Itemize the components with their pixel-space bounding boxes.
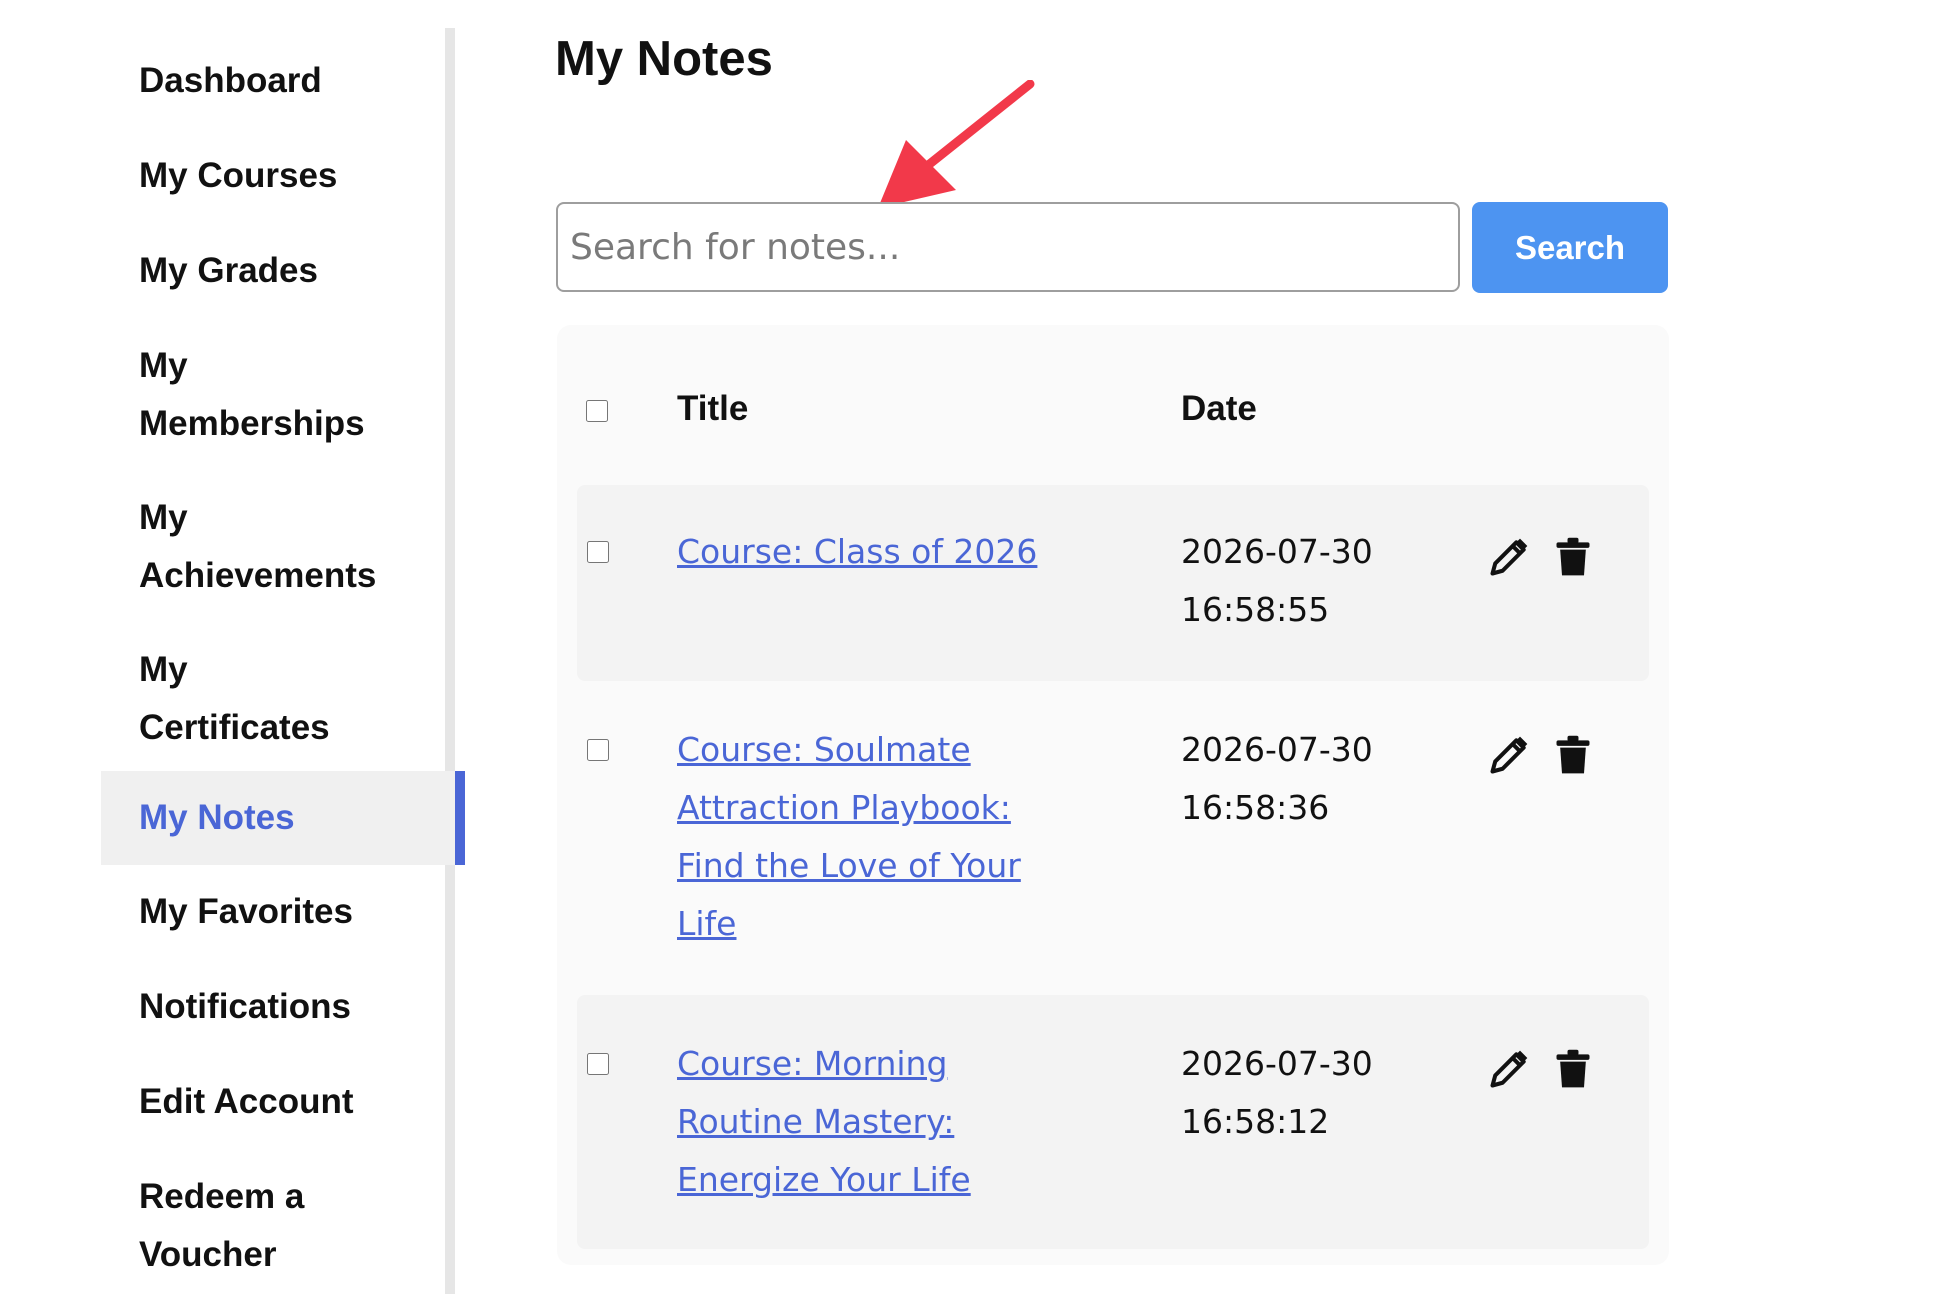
sidebar-item-label: My [139, 498, 188, 537]
note-date-day: 2026-07-30 [1181, 1044, 1373, 1083]
trash-icon[interactable] [1551, 733, 1595, 777]
column-header-title: Title [677, 389, 749, 428]
column-header-date: Date [1181, 389, 1257, 428]
note-date-time: 16:58:36 [1181, 788, 1330, 827]
sidebar-item-my-grades[interactable]: My Grades [101, 242, 455, 300]
sidebar-item-my-courses[interactable]: My Courses [101, 147, 455, 205]
sidebar-nav: Dashboard My Courses My Grades My Member… [101, 28, 465, 1294]
note-date-day: 2026-07-30 [1181, 532, 1373, 571]
page-title: My Notes [555, 32, 773, 86]
table-row: Course: Morning Routine Mastery: Energiz… [577, 995, 1649, 1249]
sidebar-item-my-notes[interactable]: My Notes [101, 771, 465, 865]
table-row: Course: Soulmate Attraction Playbook: Fi… [577, 681, 1649, 995]
note-date: 2026-07-30 16:58:12 [1181, 1035, 1401, 1151]
sidebar-item-label: Redeem a [139, 1177, 305, 1216]
note-title-line: Course: Morning [677, 1044, 948, 1083]
sidebar-item-label: My Notes [139, 798, 295, 837]
sidebar-item-label: Notifications [139, 987, 351, 1026]
trash-icon[interactable] [1551, 1047, 1595, 1091]
row-checkbox[interactable] [587, 541, 609, 563]
table-header: Title Date [557, 325, 1669, 480]
sidebar-item-my-achievements[interactable]: My Achievements [101, 489, 455, 605]
sidebar-item-label: Dashboard [139, 61, 322, 100]
note-title-link[interactable]: Course: Soulmate Attraction Playbook: Fi… [677, 721, 1067, 953]
notes-table: Title Date Course: Class of 2026 2026-07… [557, 325, 1669, 1265]
sidebar-item-label: My Courses [139, 156, 338, 195]
note-date-time: 16:58:12 [1181, 1102, 1330, 1141]
sidebar-item-label: Achievements [139, 556, 377, 595]
note-title-link[interactable]: Course: Class of 2026 [677, 523, 1067, 581]
sidebar-item-my-memberships[interactable]: My Memberships [101, 337, 455, 453]
row-checkbox[interactable] [587, 1053, 609, 1075]
sidebar-item-my-certificates[interactable]: My Certificates [101, 641, 455, 757]
note-date-time: 16:58:55 [1181, 590, 1330, 629]
sidebar-item-label: My Favorites [139, 892, 353, 931]
search-button[interactable]: Search [1472, 202, 1668, 293]
sidebar-item-my-favorites[interactable]: My Favorites [101, 883, 455, 941]
row-checbox[interactable] [587, 739, 609, 761]
note-title-line: Course: Class of 2026 [677, 532, 1038, 571]
note-title-link[interactable]: Course: Morning Routine Mastery: Energiz… [677, 1035, 1067, 1209]
note-date: 2026-07-30 16:58:55 [1181, 523, 1401, 639]
search-input[interactable] [556, 202, 1460, 292]
sidebar-item-dashboard[interactable]: Dashboard [101, 52, 455, 110]
sidebar-item-label: My [139, 650, 188, 689]
note-date: 2026-07-30 16:58:36 [1181, 721, 1401, 837]
table-row: Course: Class of 2026 2026-07-30 16:58:5… [577, 485, 1649, 681]
red-arrow-icon [878, 80, 1035, 208]
trash-icon[interactable] [1551, 535, 1595, 579]
note-title-line: Attraction Playbook: [677, 788, 1011, 827]
sidebar-item-label: Memberships [139, 404, 365, 443]
sidebar-item-redeem-voucher[interactable]: Redeem a Voucher [101, 1168, 455, 1284]
note-title-line: Routine Mastery: [677, 1102, 955, 1141]
sidebar-item-edit-account[interactable]: Edit Account [101, 1073, 455, 1131]
select-all-checkbox[interactable] [586, 400, 608, 422]
note-title-line: Life [677, 904, 737, 943]
pencil-icon[interactable] [1487, 733, 1531, 777]
note-title-line: Find the Love of Your [677, 846, 1021, 885]
note-date-day: 2026-07-30 [1181, 730, 1373, 769]
sidebar-item-notifications[interactable]: Notifications [101, 978, 455, 1036]
sidebar-item-label: Certificates [139, 708, 330, 747]
note-title-line: Course: Soulmate [677, 730, 971, 769]
note-title-line: Energize Your Life [677, 1160, 971, 1199]
sidebar-item-label: Edit Account [139, 1082, 354, 1121]
sidebar-item-label: Voucher [139, 1235, 277, 1274]
sidebar-item-label: My [139, 346, 188, 385]
pencil-icon[interactable] [1487, 535, 1531, 579]
sidebar-item-label: My Grades [139, 251, 318, 290]
pencil-icon[interactable] [1487, 1047, 1531, 1091]
